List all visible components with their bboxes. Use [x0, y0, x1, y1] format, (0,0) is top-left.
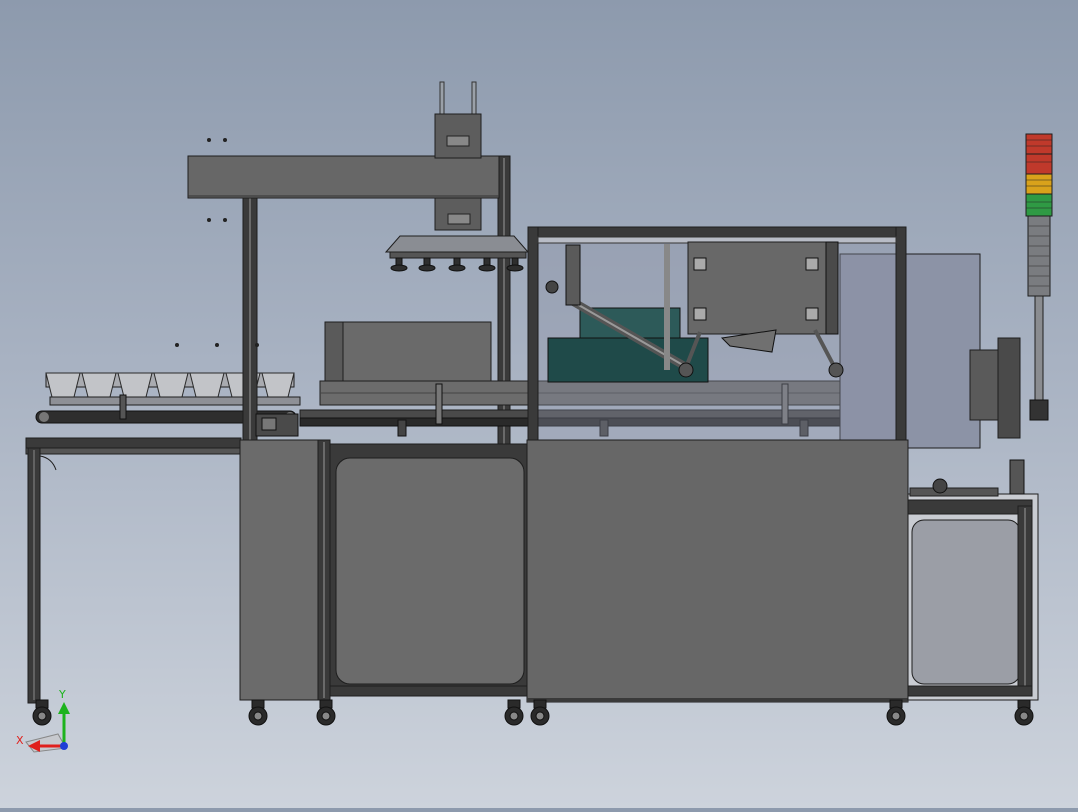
cad-viewport[interactable]: Y X: [0, 0, 1078, 808]
sealing-enclosure: [527, 226, 1021, 449]
left-support-frame: [25, 437, 242, 704]
caster-wheels: [32, 699, 1034, 726]
mid-module: [324, 321, 492, 383]
right-frame-panel: [907, 459, 1039, 701]
mid-frame-panel: [329, 443, 529, 697]
left-cabinet: [239, 439, 331, 701]
machine-drawing: Y X: [16, 81, 1053, 753]
y-axis-label: Y: [58, 688, 66, 701]
x-axis-label: X: [16, 734, 24, 747]
signal-tower: [1025, 133, 1053, 421]
main-cabinet: [526, 439, 909, 703]
